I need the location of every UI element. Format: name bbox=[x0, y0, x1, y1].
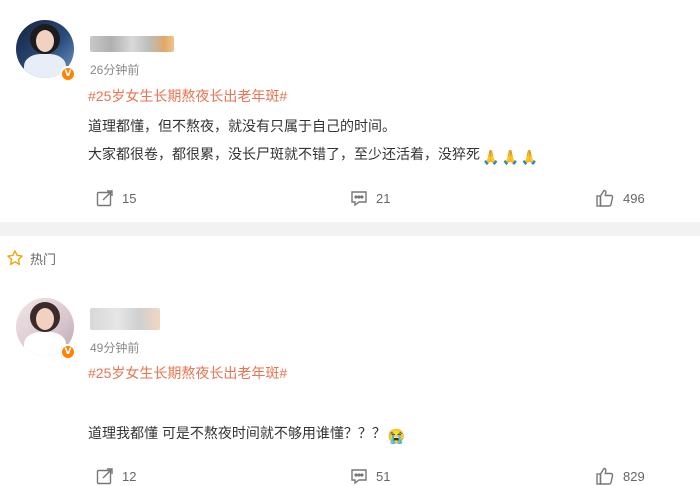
post-text-span: 大家都很卷，都很累，没长尸斑就不错了，至少还活着，没猝死 bbox=[88, 146, 480, 162]
like-count: 496 bbox=[623, 190, 645, 206]
post-text-line: 道理我都懂 可是不熬夜时间就不够用谁懂？？？ 😭 bbox=[88, 423, 405, 445]
comment-button[interactable]: 21 bbox=[350, 186, 390, 210]
hashtag-link[interactable]: #25岁女生长期熬夜长出老年斑# bbox=[88, 363, 287, 383]
action-bar: 12 51 829 bbox=[0, 464, 700, 486]
post-time: 49分钟前 bbox=[90, 341, 140, 355]
post-text-line: 大家都很卷，都很累，没长尸斑就不错了，至少还活着，没猝死 🙏 🙏 🙏 bbox=[88, 144, 538, 166]
share-icon bbox=[96, 190, 113, 207]
pray-emoji-icon: 🙏 bbox=[520, 149, 539, 165]
share-button[interactable]: 12 bbox=[96, 464, 136, 486]
share-count: 15 bbox=[122, 190, 137, 206]
thumbs-up-icon bbox=[596, 467, 614, 485]
share-count: 12 bbox=[122, 468, 137, 484]
like-button[interactable]: 829 bbox=[595, 464, 645, 486]
verified-badge-icon: V bbox=[60, 66, 76, 82]
crying-emoji-icon: 😭 bbox=[387, 428, 406, 444]
post-time: 26分钟前 bbox=[90, 63, 140, 77]
post-card: V 49分钟前 #25岁女生长期熬夜长出老年斑# 道理我都懂 可是不熬夜时间就不… bbox=[0, 292, 700, 486]
comment-icon bbox=[351, 469, 367, 485]
comment-count: 51 bbox=[376, 468, 391, 484]
avatar-face bbox=[36, 308, 54, 330]
avatar-face bbox=[36, 30, 54, 52]
hashtag-link[interactable]: #25岁女生长期熬夜长出老年斑# bbox=[88, 86, 287, 106]
username-blurred[interactable] bbox=[90, 308, 160, 330]
pray-emoji-icon: 🙏 bbox=[482, 149, 500, 165]
like-count: 829 bbox=[623, 468, 645, 484]
hot-section-header: 热门 bbox=[6, 248, 56, 268]
share-button[interactable]: 15 bbox=[96, 186, 136, 210]
verified-badge-icon: V bbox=[60, 344, 76, 360]
comment-count: 21 bbox=[376, 190, 391, 206]
thumbs-up-icon bbox=[596, 189, 614, 207]
share-icon bbox=[96, 468, 113, 485]
post-text-span: 道理我都懂 可是不熬夜时间就不够用谁懂？？？ bbox=[88, 425, 386, 441]
comment-button[interactable]: 51 bbox=[350, 464, 390, 486]
comment-icon bbox=[351, 191, 367, 207]
like-button[interactable]: 496 bbox=[595, 186, 645, 210]
username-blurred[interactable] bbox=[90, 36, 174, 52]
post-card: V 26分钟前 #25岁女生长期熬夜长出老年斑# 道理都懂，但不熬夜，就没有只属… bbox=[0, 0, 700, 222]
star-outline-icon bbox=[7, 250, 23, 266]
post-text-line: 道理都懂，但不熬夜，就没有只属于自己的时间。 bbox=[88, 118, 396, 134]
action-bar: 15 21 496 bbox=[0, 186, 700, 210]
section-divider bbox=[0, 222, 700, 236]
hot-label: 热门 bbox=[30, 251, 57, 267]
pray-emoji-icon: 🙏 bbox=[501, 149, 519, 165]
